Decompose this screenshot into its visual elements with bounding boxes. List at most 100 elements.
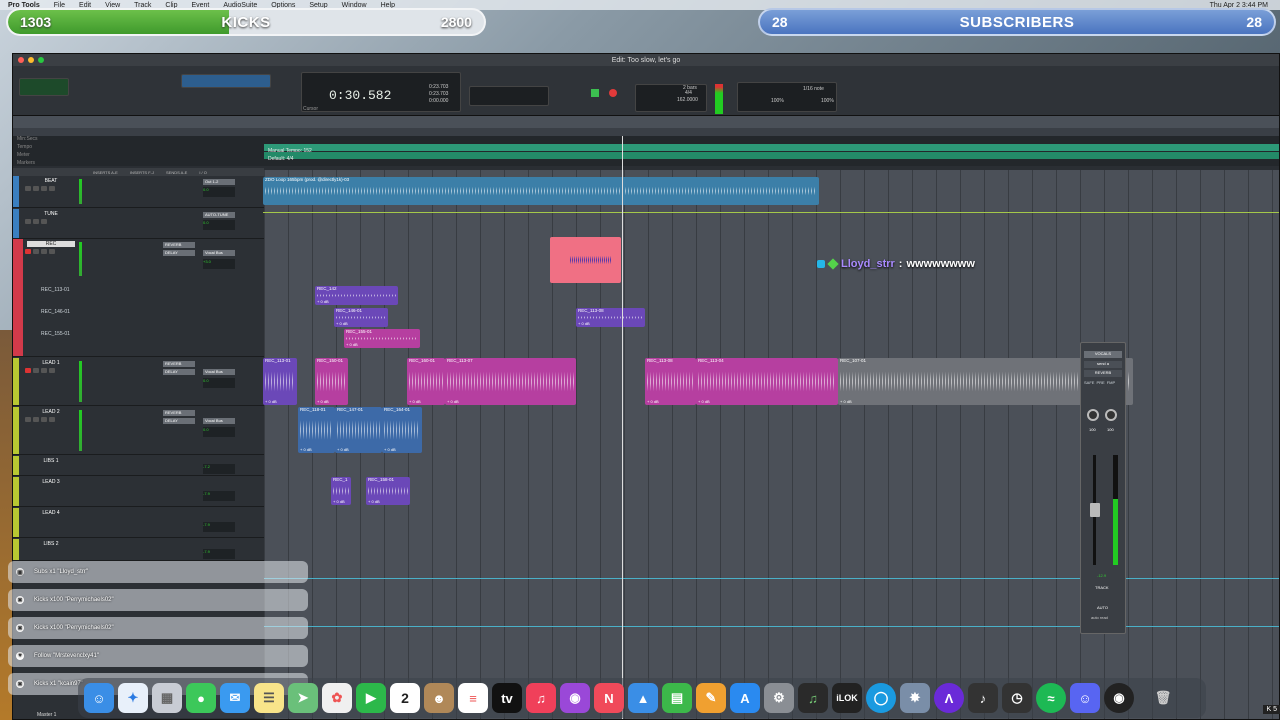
master-track-name[interactable]: Master 1	[37, 712, 56, 718]
notes-icon[interactable]: ☰	[254, 683, 284, 713]
photos-icon[interactable]: ✿	[322, 683, 352, 713]
launchpad-icon[interactable]: ▦	[152, 683, 182, 713]
grid-nudge-display[interactable]	[469, 86, 549, 106]
send-delay[interactable]: DELAY	[163, 418, 195, 424]
audio-clip-lead1[interactable]: REC_113-04 + 0 dB	[696, 358, 838, 405]
audio-clip-rec-113-08[interactable]: REC_113-08 + 0 dB	[576, 308, 645, 327]
track-lead-4[interactable]: LEAD 4 -7.9	[13, 508, 264, 538]
swing-value[interactable]: 100%	[821, 98, 834, 104]
gauge-app-icon[interactable]: ◷	[1002, 683, 1032, 713]
volume-fader[interactable]	[1090, 503, 1100, 517]
track-volume[interactable]: 0.0	[203, 427, 235, 437]
audio-clip-lead2[interactable]: REC_118-01 + 0 dB	[298, 407, 335, 453]
track-name[interactable]: LEAD 4	[27, 510, 75, 516]
mail-icon[interactable]: ✉	[220, 683, 250, 713]
meter-ruler[interactable]: Default: 4/4	[264, 152, 1279, 162]
track-rec[interactable]: REC REVERB DELAY Vocal Bus +3.0 REC_113-…	[13, 239, 264, 357]
track-libs-2[interactable]: LIBS 2 -7.9	[13, 539, 264, 561]
audio-clip-lead2[interactable]: REC_147-01 + 0 dB	[335, 407, 382, 453]
track-insert[interactable]: AUTO-TUNE	[203, 212, 235, 218]
audio-clip-lead1[interactable]: REC_113-07 + 0 dB	[445, 358, 576, 405]
ilok-icon[interactable]: iLOK	[832, 683, 862, 713]
fmp-button[interactable]: FMP	[1107, 380, 1115, 385]
track-output[interactable]: Vocal Bus	[203, 418, 235, 424]
garageband-icon[interactable]: ♫	[798, 683, 828, 713]
tempo-ruler[interactable]: Manual Tempo: 152	[264, 144, 1279, 154]
track-name[interactable]: TUNE	[27, 211, 75, 217]
track-buttons[interactable]	[25, 249, 55, 254]
track-tune[interactable]: TUNE AUTO-TUNE 0.0	[13, 209, 264, 239]
track-lead-1[interactable]: LEAD 1 REVERB DELAY Vocal Bus 0.0	[13, 358, 264, 406]
mixer-insert[interactable]: REVERB	[1084, 370, 1122, 377]
mixer-track-name[interactable]: VOCALS	[1084, 351, 1122, 358]
track-buttons[interactable]	[25, 417, 55, 422]
track-lead-3[interactable]: LEAD 3 -7.9	[13, 477, 264, 507]
contacts-icon[interactable]: ☻	[424, 683, 454, 713]
safe-button[interactable]: SAFE	[1084, 380, 1094, 385]
track-volume[interactable]: 0.0	[203, 220, 235, 230]
messages-icon[interactable]: ●	[186, 683, 216, 713]
track-buttons[interactable]	[25, 219, 47, 224]
discord-icon[interactable]: ☺	[1070, 683, 1100, 713]
music-icon[interactable]: ♫	[526, 683, 556, 713]
zoom-window-button[interactable]	[38, 57, 44, 63]
zoom-controls[interactable]	[79, 72, 129, 102]
strength-value[interactable]: 100%	[771, 98, 784, 104]
reminders-icon[interactable]: ≡	[458, 683, 488, 713]
send-reverb[interactable]: REVERB	[163, 361, 195, 367]
pages-icon[interactable]: ✎	[696, 683, 726, 713]
record-icon[interactable]	[609, 89, 617, 97]
minimize-window-button[interactable]	[28, 57, 34, 63]
audio-clip-lead3[interactable]: REC_158-01 + 0 dB	[366, 477, 410, 505]
audio-clip-rec-146[interactable]: REC_146-01 + 0 dB	[334, 308, 388, 327]
selection-end[interactable]: 0:23.703	[429, 91, 448, 97]
system-settings-icon[interactable]: ⚙	[764, 683, 794, 713]
selection-start[interactable]: 0:23.703	[429, 84, 448, 90]
podcasts-icon[interactable]: ◉	[560, 683, 590, 713]
apple-tv-icon[interactable]: tv	[492, 683, 522, 713]
obs-icon[interactable]: ◉	[1104, 683, 1134, 713]
audio-clip-lead1[interactable]: REC_113-08 + 0 dB	[645, 358, 696, 405]
track-name[interactable]: REC	[27, 241, 75, 247]
pre-button[interactable]: PRE	[1096, 380, 1104, 385]
track-volume[interactable]: -7.9	[203, 491, 235, 501]
mixer-send[interactable]: send a	[1084, 361, 1122, 368]
trash-icon[interactable]: 🗑	[1148, 683, 1178, 713]
circle-app-icon[interactable]: ◯	[866, 683, 896, 713]
track-name[interactable]: LEAD 2	[27, 409, 75, 415]
pan-right-knob[interactable]	[1105, 409, 1117, 421]
audio-midi-icon[interactable]: ♪	[968, 683, 998, 713]
level-value[interactable]: -12.9	[1097, 573, 1106, 578]
keynote-icon[interactable]: ▲	[628, 683, 658, 713]
track-volume[interactable]: -7.2	[203, 464, 235, 474]
calendar-icon[interactable]: 2	[390, 683, 420, 713]
track-name[interactable]: LIBS 2	[27, 541, 75, 547]
track-volume[interactable]: 0.0	[203, 187, 235, 197]
audio-clip-rec-142[interactable]: REC_142 + 0 dB	[315, 286, 398, 305]
audio-clip-lead2[interactable]: REC_164-01 + 0 dB	[382, 407, 422, 453]
audio-clip-lead1[interactable]: REC_150-01 + 0 dB	[315, 358, 348, 405]
track-libs-1[interactable]: LIBS 1 -7.2	[13, 456, 264, 476]
close-window-button[interactable]	[18, 57, 24, 63]
track-output[interactable]: Out 1-2	[203, 179, 235, 185]
play-icon[interactable]	[591, 89, 599, 97]
app-store-icon[interactable]: A	[730, 683, 760, 713]
track-volume[interactable]: +3.0	[203, 259, 235, 269]
finder-icon[interactable]: ☺	[84, 683, 114, 713]
send-delay[interactable]: DELAY	[163, 369, 195, 375]
audio-clip-beat[interactable]: ZDO Loop 165bpm (prod. @directly1k)-03	[263, 177, 819, 205]
track-beat[interactable]: BEAT Out 1-2 0.0	[13, 176, 264, 208]
track-output[interactable]: Vocal Bus	[203, 369, 235, 375]
spotify-icon[interactable]: ≈	[1036, 683, 1066, 713]
track-name[interactable]: LIBS 1	[27, 458, 75, 464]
send-delay[interactable]: DELAY	[163, 250, 195, 256]
numbers-icon[interactable]: ▤	[662, 683, 692, 713]
audio-clip-lead1[interactable]: REC_160-01 + 0 dB	[407, 358, 445, 405]
avid-icon[interactable]: Λ	[934, 683, 964, 713]
audio-clip-rec-155[interactable]: REC_155-01 + 0 dB	[344, 329, 420, 348]
selection-length[interactable]: 0:00.000	[429, 98, 448, 104]
track-volume[interactable]: -7.9	[203, 522, 235, 532]
automation-mode[interactable]: auto read	[1091, 615, 1108, 620]
track-buttons[interactable]	[25, 186, 55, 191]
playhead-cursor[interactable]	[622, 136, 623, 719]
